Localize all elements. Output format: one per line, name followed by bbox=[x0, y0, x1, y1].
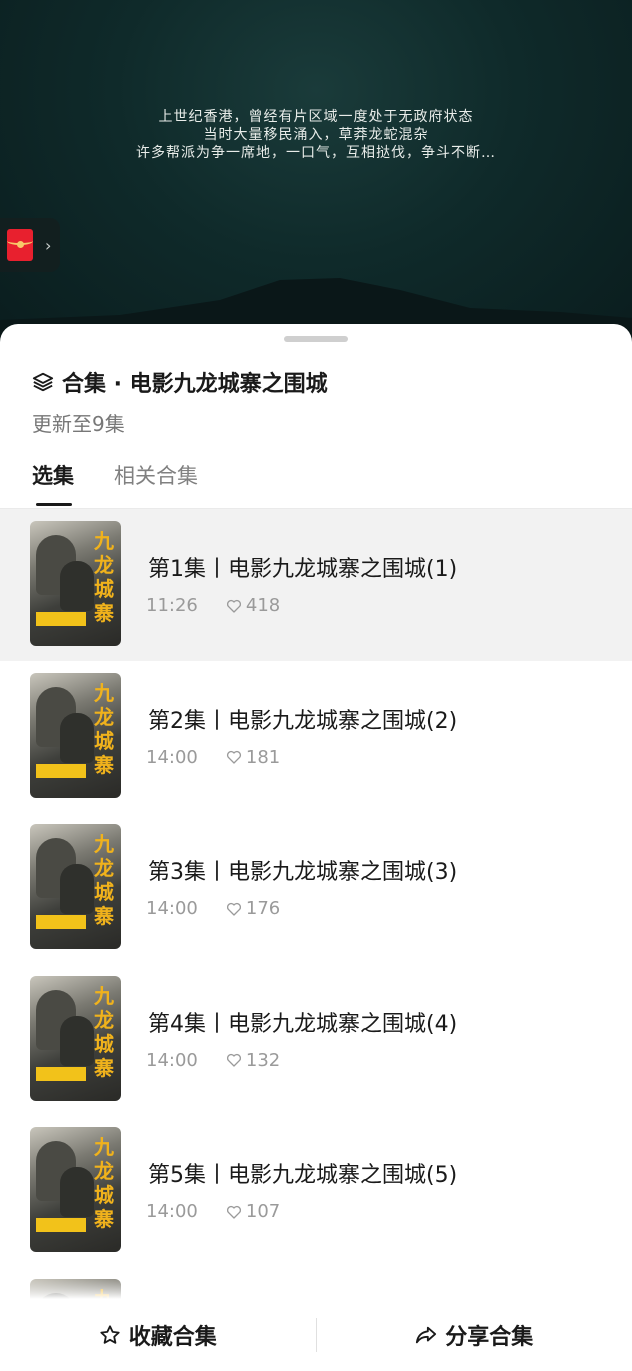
episode-meta: 14:00 176 bbox=[146, 898, 280, 919]
episode-likes: 418 bbox=[245, 595, 281, 616]
episode-title: 第1集丨电影九龙城寨之围城(1) bbox=[148, 557, 458, 582]
heart-icon bbox=[226, 1205, 241, 1219]
heart-icon bbox=[226, 599, 241, 613]
episode-thumbnail: 九龙城寨 bbox=[30, 824, 121, 949]
episode-likes: 181 bbox=[245, 746, 281, 768]
tab-episodes[interactable]: 选集 bbox=[32, 460, 74, 506]
tab-bar: 选集 相关合集 bbox=[32, 460, 238, 506]
layers-icon bbox=[32, 372, 54, 392]
episode-title: 第4集丨电影九龙城寨之围城(4) bbox=[148, 1011, 458, 1037]
poster-title: 九龙城寨 bbox=[94, 680, 114, 777]
update-status: 更新至9集 bbox=[32, 412, 125, 436]
episode-likes: 107 bbox=[245, 1201, 281, 1222]
episode-thumbnail: 九龙城寨 bbox=[30, 521, 121, 646]
video-player[interactable]: 上世纪香港，曾经有片区域一度处于无政府状态 当时大量移民涌入，草莽龙蛇混杂 许多… bbox=[0, 0, 632, 360]
list-fade bbox=[0, 1279, 632, 1299]
episode-title: 第2集丨电影九龙城寨之围城(2) bbox=[148, 708, 458, 734]
episode-duration: 14:00 bbox=[146, 1201, 198, 1222]
episode-duration: 14:00 bbox=[146, 746, 198, 768]
episode-likes: 132 bbox=[245, 1049, 281, 1071]
red-packet-widget[interactable]: › bbox=[0, 218, 60, 272]
episode-meta: 14:00 132 bbox=[146, 1050, 280, 1071]
episode-meta: 14:00 181 bbox=[146, 747, 280, 768]
chevron-right-icon: › bbox=[45, 235, 52, 255]
episode-duration: 14:00 bbox=[146, 1049, 198, 1071]
poster-title: 九龙城寨 bbox=[94, 529, 114, 625]
poster-title: 九龙城寨 bbox=[94, 832, 114, 928]
heart-icon bbox=[226, 750, 241, 764]
video-subtitles: 上世纪香港，曾经有片区域一度处于无政府状态 当时大量移民涌入，草莽龙蛇混杂 许多… bbox=[0, 108, 632, 162]
heart-icon bbox=[226, 1053, 241, 1067]
tab-related-collections[interactable]: 相关合集 bbox=[114, 460, 198, 504]
episode-duration: 11:26 bbox=[146, 595, 198, 616]
episode-meta: 14:00 107 bbox=[146, 1201, 280, 1222]
favorite-collection-button[interactable]: 收藏合集 bbox=[0, 1319, 316, 1351]
collection-header: 合集 · 电影九龙城寨之围城 bbox=[32, 366, 328, 398]
share-collection-button[interactable]: 分享合集 bbox=[317, 1319, 632, 1351]
episode-duration: 14:00 bbox=[146, 898, 198, 919]
subtitle-line: 当时大量移民涌入，草莽龙蛇混杂 bbox=[203, 127, 429, 143]
episode-list[interactable]: 九龙城寨 第1集丨电影九龙城寨之围城(1) 11:26 418 九龙城寨 第2集… bbox=[0, 509, 632, 1299]
episode-item[interactable]: 九龙城寨 第2集丨电影九龙城寨之围城(2) 14:00 181 bbox=[0, 661, 632, 813]
subtitle-line: 上世纪香港，曾经有片区域一度处于无政府状态 bbox=[158, 109, 474, 125]
episode-title: 第3集丨电影九龙城寨之围城(3) bbox=[148, 860, 458, 885]
collection-title: 合集 · 电影九龙城寨之围城 bbox=[62, 372, 328, 397]
star-icon bbox=[100, 1325, 120, 1344]
poster-title: 九龙城寨 bbox=[94, 1135, 114, 1231]
poster-title: 九龙城寨 bbox=[94, 983, 114, 1080]
bottom-action-bar: 收藏合集 分享合集 bbox=[0, 1299, 632, 1371]
heart-icon bbox=[226, 902, 241, 916]
episode-item[interactable]: 九龙城寨 第5集丨电影九龙城寨之围城(5) 14:00 107 bbox=[0, 1115, 632, 1267]
episode-meta: 11:26 418 bbox=[146, 595, 280, 616]
episode-title: 第5集丨电影九龙城寨之围城(5) bbox=[148, 1163, 458, 1188]
favorite-label: 收藏合集 bbox=[128, 1325, 217, 1350]
episode-item[interactable]: 九龙城寨 第4集丨电影九龙城寨之围城(4) 14:00 132 bbox=[0, 964, 632, 1116]
episode-likes: 176 bbox=[245, 898, 281, 919]
episode-thumbnail: 九龙城寨 bbox=[30, 1127, 121, 1252]
share-label: 分享合集 bbox=[445, 1325, 534, 1350]
episode-thumbnail: 九龙城寨 bbox=[30, 975, 121, 1101]
episode-item[interactable]: 九龙城寨 第1集丨电影九龙城寨之围城(1) 11:26 418 bbox=[0, 509, 632, 661]
episode-item[interactable]: 九龙城寨 第3集丨电影九龙城寨之围城(3) 14:00 176 bbox=[0, 812, 632, 964]
subtitle-line: 许多帮派为争一席地，一口气，互相挞伐，争斗不断… bbox=[136, 145, 496, 161]
red-packet-icon bbox=[7, 229, 33, 261]
drag-handle[interactable] bbox=[284, 336, 348, 342]
collection-sheet: 合集 · 电影九龙城寨之围城 更新至9集 选集 相关合集 九龙城寨 第1集丨电影… bbox=[0, 324, 632, 1371]
share-icon bbox=[416, 1326, 437, 1344]
episode-thumbnail: 九龙城寨 bbox=[30, 672, 121, 798]
